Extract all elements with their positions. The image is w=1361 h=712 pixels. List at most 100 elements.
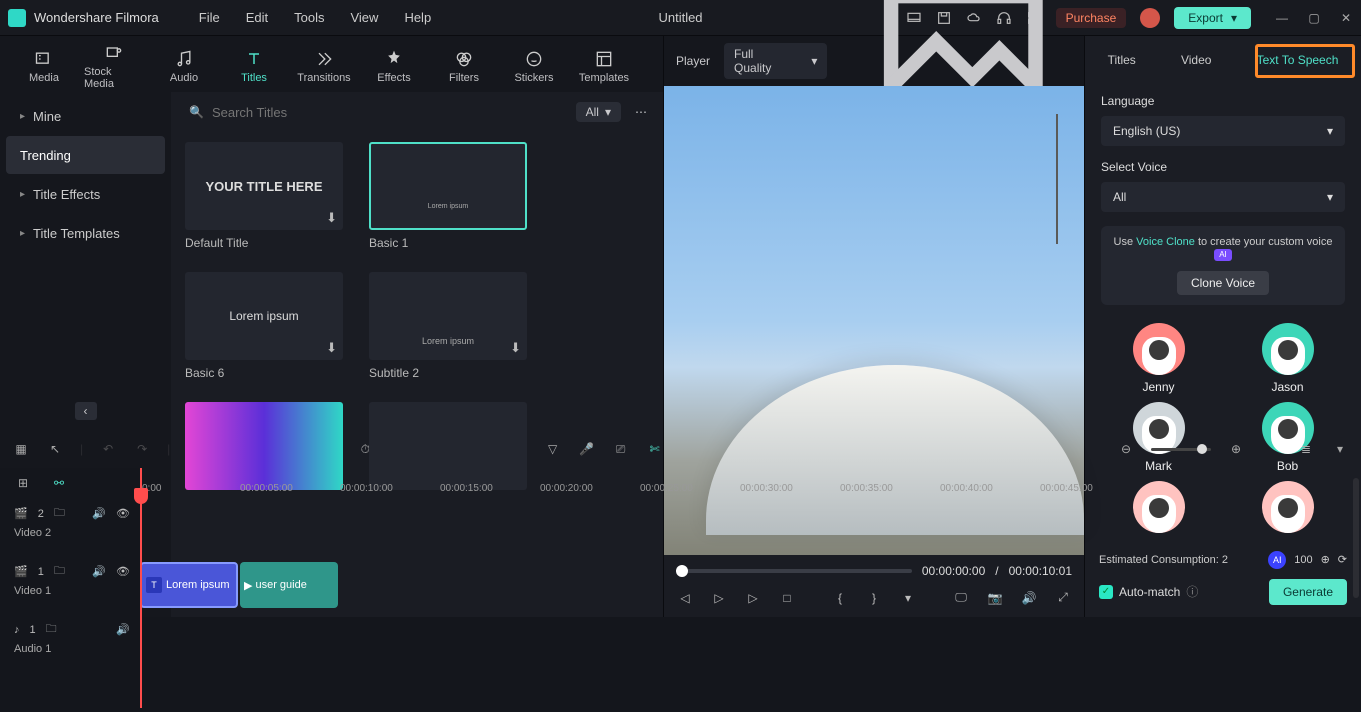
add-track-icon[interactable]: ⊞ [14,474,32,492]
ruler[interactable]: 0:00 00:00:05:00 00:00:10:00 00:00:15:00… [140,468,1361,498]
select-tool-icon[interactable]: ↖ [46,440,64,458]
sidebar-item-title-templates[interactable]: ▸Title Templates [6,214,165,252]
chevron-down-icon: ▾ [1327,190,1333,204]
close-icon[interactable]: ✕ [1339,11,1353,25]
tab-effects[interactable]: Effects [362,45,426,88]
chevron-right-icon: ▸ [20,228,25,239]
menu-edit[interactable]: Edit [246,10,268,25]
audio-icon [173,49,195,69]
mute-icon: 🔊 [92,507,106,520]
templates-icon [593,49,615,69]
voice-clone-card: Use Voice Clone to create your custom vo… [1101,226,1345,305]
menu-tools[interactable]: Tools [294,10,324,25]
search-icon: 🔍 [189,105,204,119]
marker-icon[interactable]: ▽ [544,440,562,458]
download-icon: ⬇ [326,340,337,356]
zoom-out-icon[interactable]: ⊖ [1117,440,1135,458]
camera-icon: 🎬 [14,565,28,578]
undo-icon[interactable]: ↶ [99,440,117,458]
note-icon: ♪ [14,624,20,636]
title-item-basic1[interactable]: Lorem ipsum Basic 1 [369,142,527,250]
tab-templates[interactable]: Templates [572,45,636,88]
title-clip-icon: T [146,577,162,593]
effects-icon [383,49,405,69]
title-item-default[interactable]: YOUR TITLE HERE⬇ Default Title [185,142,343,250]
voice-label: Select Voice [1101,160,1345,174]
track-head-audio1[interactable]: ♪1🗀🔊 Audio 1 [0,614,140,672]
quality-select[interactable]: Full Quality▾ [724,43,827,79]
camera-icon: 🎬 [14,507,28,520]
search-titles[interactable]: 🔍 [181,101,568,124]
tab-right-titles[interactable]: Titles [1096,45,1148,75]
zoom-slider[interactable] [1151,448,1211,451]
language-select[interactable]: English (US)▾ [1101,116,1345,146]
tab-audio[interactable]: Audio [152,45,216,88]
title-item-basic6[interactable]: Lorem ipsum⬇ Basic 6 [185,272,343,380]
menu-view[interactable]: View [350,10,378,25]
track-headers: ⊞ ⚯ 🎬2🗀🔊👁 Video 2 🎬1🗀🔊👁 Video 1 ♪1🗀🔊 Aud… [0,468,140,712]
playhead[interactable] [140,468,142,708]
tab-stickers[interactable]: Stickers [502,45,566,88]
zoom-in-icon[interactable]: ⊕ [1227,440,1245,458]
tab-right-video[interactable]: Video [1169,45,1223,75]
titlebar: Wondershare Filmora File Edit Tools View… [0,0,1361,36]
user-avatar[interactable] [1140,8,1160,28]
sidebar-item-mine[interactable]: ▸Mine [6,97,165,135]
settings-dropdown-icon[interactable]: ▾ [1331,440,1349,458]
voice-filter-select[interactable]: All▾ [1101,182,1345,212]
scrollbar[interactable] [1353,478,1359,598]
track-head-video1[interactable]: 🎬1🗀🔊👁 Video 1 [0,556,140,614]
clip-title[interactable]: TLorem ipsum [140,562,238,608]
filters-icon [453,49,475,69]
collapse-sidebar-icon[interactable]: ‹ [75,402,97,420]
link-tracks-icon[interactable]: ⚯ [50,474,68,492]
chevron-down-icon: ▾ [1327,124,1333,138]
menu-file[interactable]: File [199,10,220,25]
mixer-icon[interactable]: ⎚ [612,440,630,458]
stickers-icon [523,49,545,69]
filter-all[interactable]: All▾ [576,102,621,122]
search-input[interactable] [212,105,560,120]
clip-video[interactable]: ▶user guide [240,562,338,608]
ai-badge-icon: AI [1214,249,1232,261]
redo-icon[interactable]: ↷ [133,440,151,458]
voice-jason[interactable]: Jason [1230,323,1345,394]
download-icon: ⬇ [326,210,337,226]
media-icon [33,49,55,69]
folder-icon: 🗀 [54,562,65,581]
patch-icon[interactable]: ▦ [12,440,30,458]
tab-transitions[interactable]: Transitions [292,45,356,88]
ai-cut-icon[interactable]: ✄ [646,440,664,458]
voice-jenny[interactable]: Jenny [1101,323,1216,394]
tab-titles[interactable]: Titles [222,45,286,88]
download-icon: ⬇ [510,340,521,356]
mic-icon[interactable]: 🎤 [578,440,596,458]
right-tabs: Titles Video Text To Speech [1085,36,1361,84]
play-indicator-icon: ▶ [244,579,252,592]
folder-icon: 🗀 [46,620,57,639]
tab-media[interactable]: Media [12,45,76,88]
tab-right-tts[interactable]: Text To Speech [1245,45,1351,75]
more-options-icon[interactable]: ⋯ [629,101,653,123]
maximize-icon[interactable]: ▢ [1307,11,1321,25]
clone-voice-button[interactable]: Clone Voice [1177,271,1269,295]
menu-help[interactable]: Help [404,10,431,25]
sidebar-item-title-effects[interactable]: ▸Title Effects [6,175,165,213]
mute-icon: 🔊 [116,623,130,636]
player-label: Player [676,54,710,68]
chevron-down-icon: ▾ [811,54,817,68]
sidebar-item-trending[interactable]: Trending [6,136,165,174]
export-button[interactable]: Export▾ [1174,7,1251,29]
title-item-subtitle2[interactable]: Lorem ipsum⬇ Subtitle 2 [369,272,527,380]
tab-stock-media[interactable]: Stock Media [82,39,146,94]
tab-filters[interactable]: Filters [432,45,496,88]
timeline-tracks[interactable]: 0:00 00:00:05:00 00:00:10:00 00:00:15:00… [140,468,1361,712]
project-title: Untitled [658,10,702,25]
minimize-icon[interactable]: ― [1275,11,1289,25]
eye-icon: 👁 [116,507,130,520]
track-head-video2[interactable]: 🎬2🗀🔊👁 Video 2 [0,498,140,556]
voice-clone-link[interactable]: Voice Clone [1136,236,1195,248]
titles-icon [243,49,265,69]
chevron-right-icon: ▸ [20,111,25,122]
timeline: ▦ ↖ | ↶ ↷ | 🗑 ✂ T ◫ ⟲ ⏱ ≫ ☻ ✺ ▽ 🎤 ⎚ ✄ ⊞ … [0,430,1361,712]
